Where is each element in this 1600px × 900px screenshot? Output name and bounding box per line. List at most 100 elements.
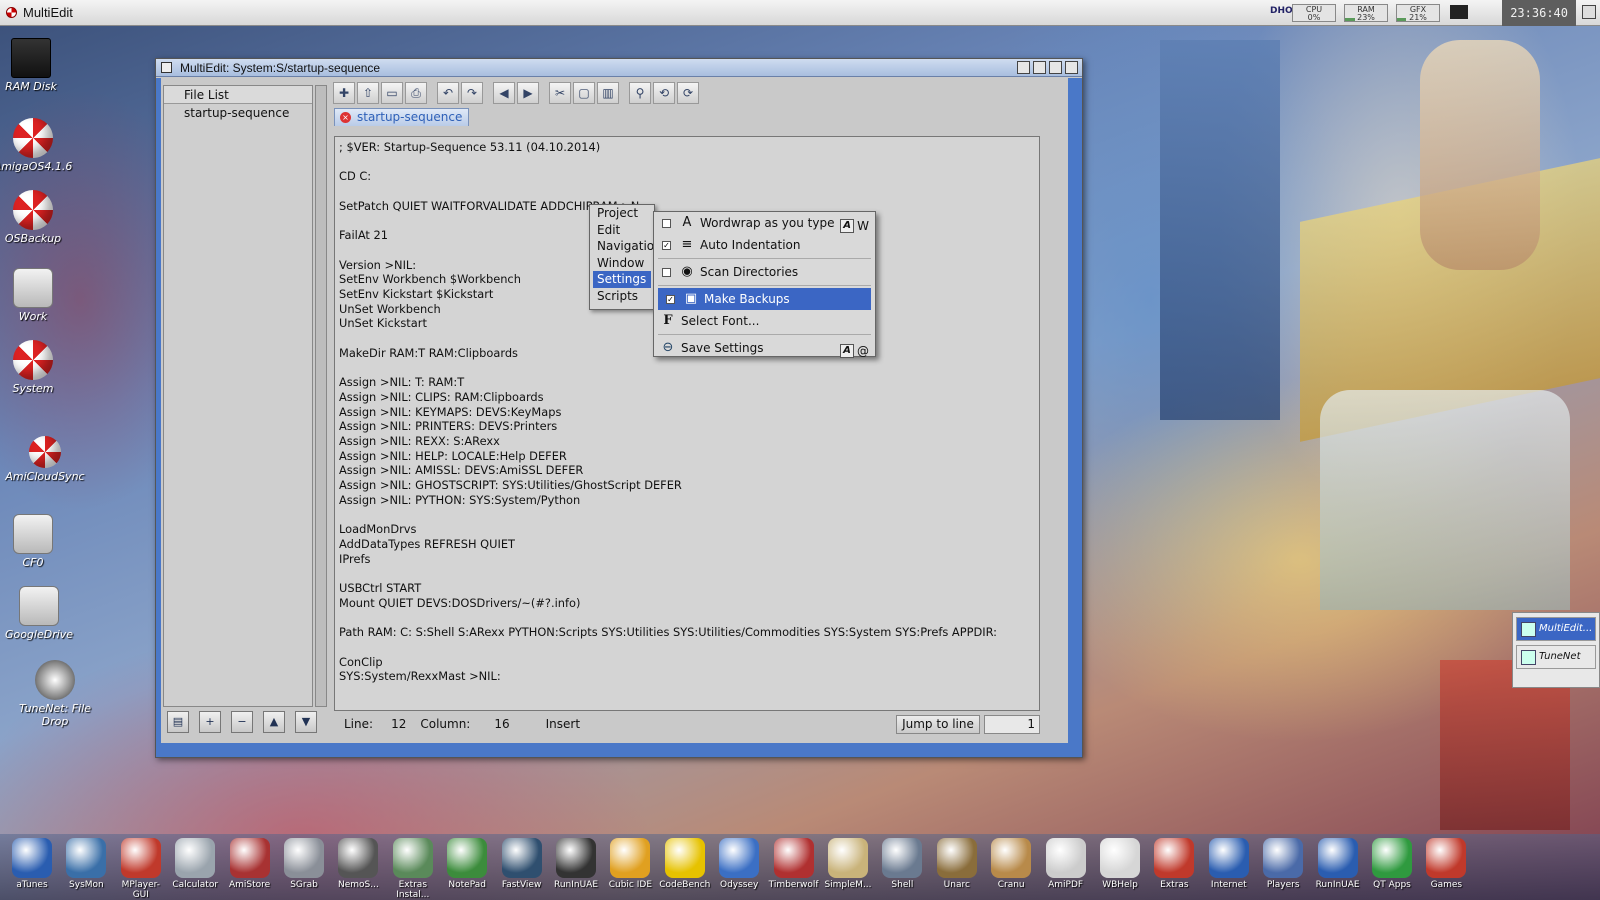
dock-item[interactable]: NemoS... [332,838,384,890]
cut-icon[interactable]: ✂ [549,82,571,104]
dock-item[interactable]: SGrab [278,838,330,890]
file-list-item[interactable]: startup-sequence [164,104,312,122]
dock-item[interactable]: RunInUAE [1312,838,1364,890]
paste-icon[interactable]: ▥ [597,82,619,104]
undo-icon[interactable]: ↶ [437,82,459,104]
window-iconify-icon[interactable] [1017,61,1030,74]
dock-item[interactable]: SysMon [60,838,112,890]
dock-item-label: Odyssey [720,880,759,890]
scan-directories-label: Scan Directories [700,265,799,279]
move-up-button[interactable]: ▲ [263,711,285,733]
save-icon[interactable]: ▭ [381,82,403,104]
menu-navigation[interactable]: Navigation [590,238,662,255]
redo-icon[interactable]: ↷ [461,82,483,104]
auto-indentation-checkbox[interactable]: ✓ [662,240,671,250]
menu-item-wordwrap[interactable]: A Wordwrap as you type AW [654,212,875,234]
menu-item-select-font[interactable]: F Select Font... [654,310,875,332]
amigaos-label: AmigaOS4.1.6 [0,160,73,173]
window-zoom-icon[interactable] [1049,61,1062,74]
dock-item[interactable]: CodeBench [659,838,711,890]
file-list-scrollbar[interactable] [315,85,327,707]
menu-project[interactable]: Project [590,205,654,222]
dock-app-icon [120,838,161,878]
osbackup-icon[interactable]: OSBackup [0,190,78,245]
work-icon[interactable]: Work [0,268,78,323]
new-icon[interactable]: ✚ [333,82,355,104]
line-label: Line: [344,717,374,731]
wordwrap-checkbox[interactable] [662,218,671,228]
menu-item-scan-directories[interactable]: ◉ Scan Directories [654,261,875,283]
dock-item[interactable]: QT Apps [1366,838,1418,890]
tab-startup-sequence[interactable]: × startup-sequence [334,108,469,126]
dock-item[interactable]: AmiPDF [1040,838,1092,890]
search-next-icon[interactable]: ⟳ [677,82,699,104]
dock-item[interactable]: Unarc [931,838,983,890]
search-icon[interactable]: ⚲ [629,82,651,104]
add-file-button[interactable]: + [199,711,221,733]
print-icon[interactable]: ⎙ [405,82,427,104]
tunenet-filedrop-icon[interactable]: TuneNet: File Drop [10,660,100,728]
tunenet-label: TuneNet: File Drop [18,702,92,728]
hard-drive-icon [13,268,53,308]
menu-item-auto-indentation[interactable]: ✓ ≡ Auto Indentation [654,234,875,256]
dock-item[interactable]: Cubic IDE [604,838,656,890]
dock-item[interactable]: RunInUAE [550,838,602,890]
dock-item[interactable]: NotePad [441,838,493,890]
window-close-icon[interactable] [161,62,172,73]
dock-item[interactable]: Games [1420,838,1472,890]
menu-scripts[interactable]: Scripts [590,288,654,305]
dock-item-label: Extras Instal... [396,880,430,900]
menu-item-make-backups[interactable]: ✓ ▣ Make Backups [658,288,871,310]
forward-icon[interactable]: ▶ [517,82,539,104]
scan-directories-icon: ◉ [681,264,693,279]
copy-icon[interactable]: ▢ [573,82,595,104]
window-depth-icon[interactable] [1065,61,1078,74]
dock-item[interactable]: AmiStore [224,838,276,890]
dock-item[interactable]: aTunes [6,838,58,890]
remove-file-button[interactable]: − [231,711,253,733]
dock-item[interactable]: Internet [1203,838,1255,890]
amigaos-icon[interactable]: AmigaOS4.1.6 [0,118,78,173]
amicloudsync-icon[interactable]: AmiCloudSync [0,436,90,483]
dock-item[interactable]: WBHelp [1094,838,1146,890]
file-list-header[interactable]: File List [164,86,312,104]
dock-item[interactable]: FastView [496,838,548,890]
editor-vertical-scrollbar[interactable] [1069,81,1081,731]
cf0-icon[interactable]: CF0 [0,514,78,569]
open-icon[interactable]: ⇧ [357,82,379,104]
menu-item-save-settings[interactable]: ⊖ Save Settings A @ [654,337,875,359]
jump-line-input[interactable]: 1 [984,715,1040,734]
dock-item[interactable]: Extras [1148,838,1200,890]
dock-item[interactable]: Shell [876,838,928,890]
menu-window[interactable]: Window [590,255,654,272]
window-snapshot-icon[interactable] [1033,61,1046,74]
move-down-button[interactable]: ▼ [295,711,317,733]
dock-app-icon [1208,838,1249,878]
list-view-button[interactable]: ▤ [167,711,189,733]
make-backups-checkbox[interactable]: ✓ [666,294,675,304]
dock-item[interactable]: Odyssey [713,838,765,890]
amiga-logo-icon[interactable] [6,7,17,18]
back-icon[interactable]: ◀ [493,82,515,104]
search-prev-icon[interactable]: ⟲ [653,82,675,104]
dock-item[interactable]: Cranu [985,838,1037,890]
task-tunenet[interactable]: TuneNet [1516,645,1596,669]
menu-edit[interactable]: Edit [590,222,654,239]
dock-item[interactable]: Players [1257,838,1309,890]
screens-icon[interactable] [1450,5,1468,19]
ram-disk-icon[interactable]: RAM Disk [0,38,76,93]
task-multiedit[interactable]: MultiEdit... [1516,617,1596,641]
system-icon[interactable]: System [0,340,78,395]
tab-close-icon[interactable]: × [340,112,351,123]
dock-item[interactable]: SimpleM... [822,838,874,890]
menu-settings[interactable]: Settings [593,271,651,288]
dock-item[interactable]: Extras Instal... [387,838,439,900]
dock-item[interactable]: MPlayer-GUI [115,838,167,900]
scan-directories-checkbox[interactable] [662,267,671,277]
dock-item[interactable]: Timberwolf [768,838,820,890]
window-title-bar[interactable]: MultiEdit: System:S/startup-sequence [156,59,1082,77]
dock-item[interactable]: Calculator [169,838,221,890]
jump-to-line-button[interactable]: Jump to line [896,715,980,734]
googledrive-icon[interactable]: GoogleDrive [0,586,84,641]
screen-depth-icon[interactable] [1582,5,1596,19]
